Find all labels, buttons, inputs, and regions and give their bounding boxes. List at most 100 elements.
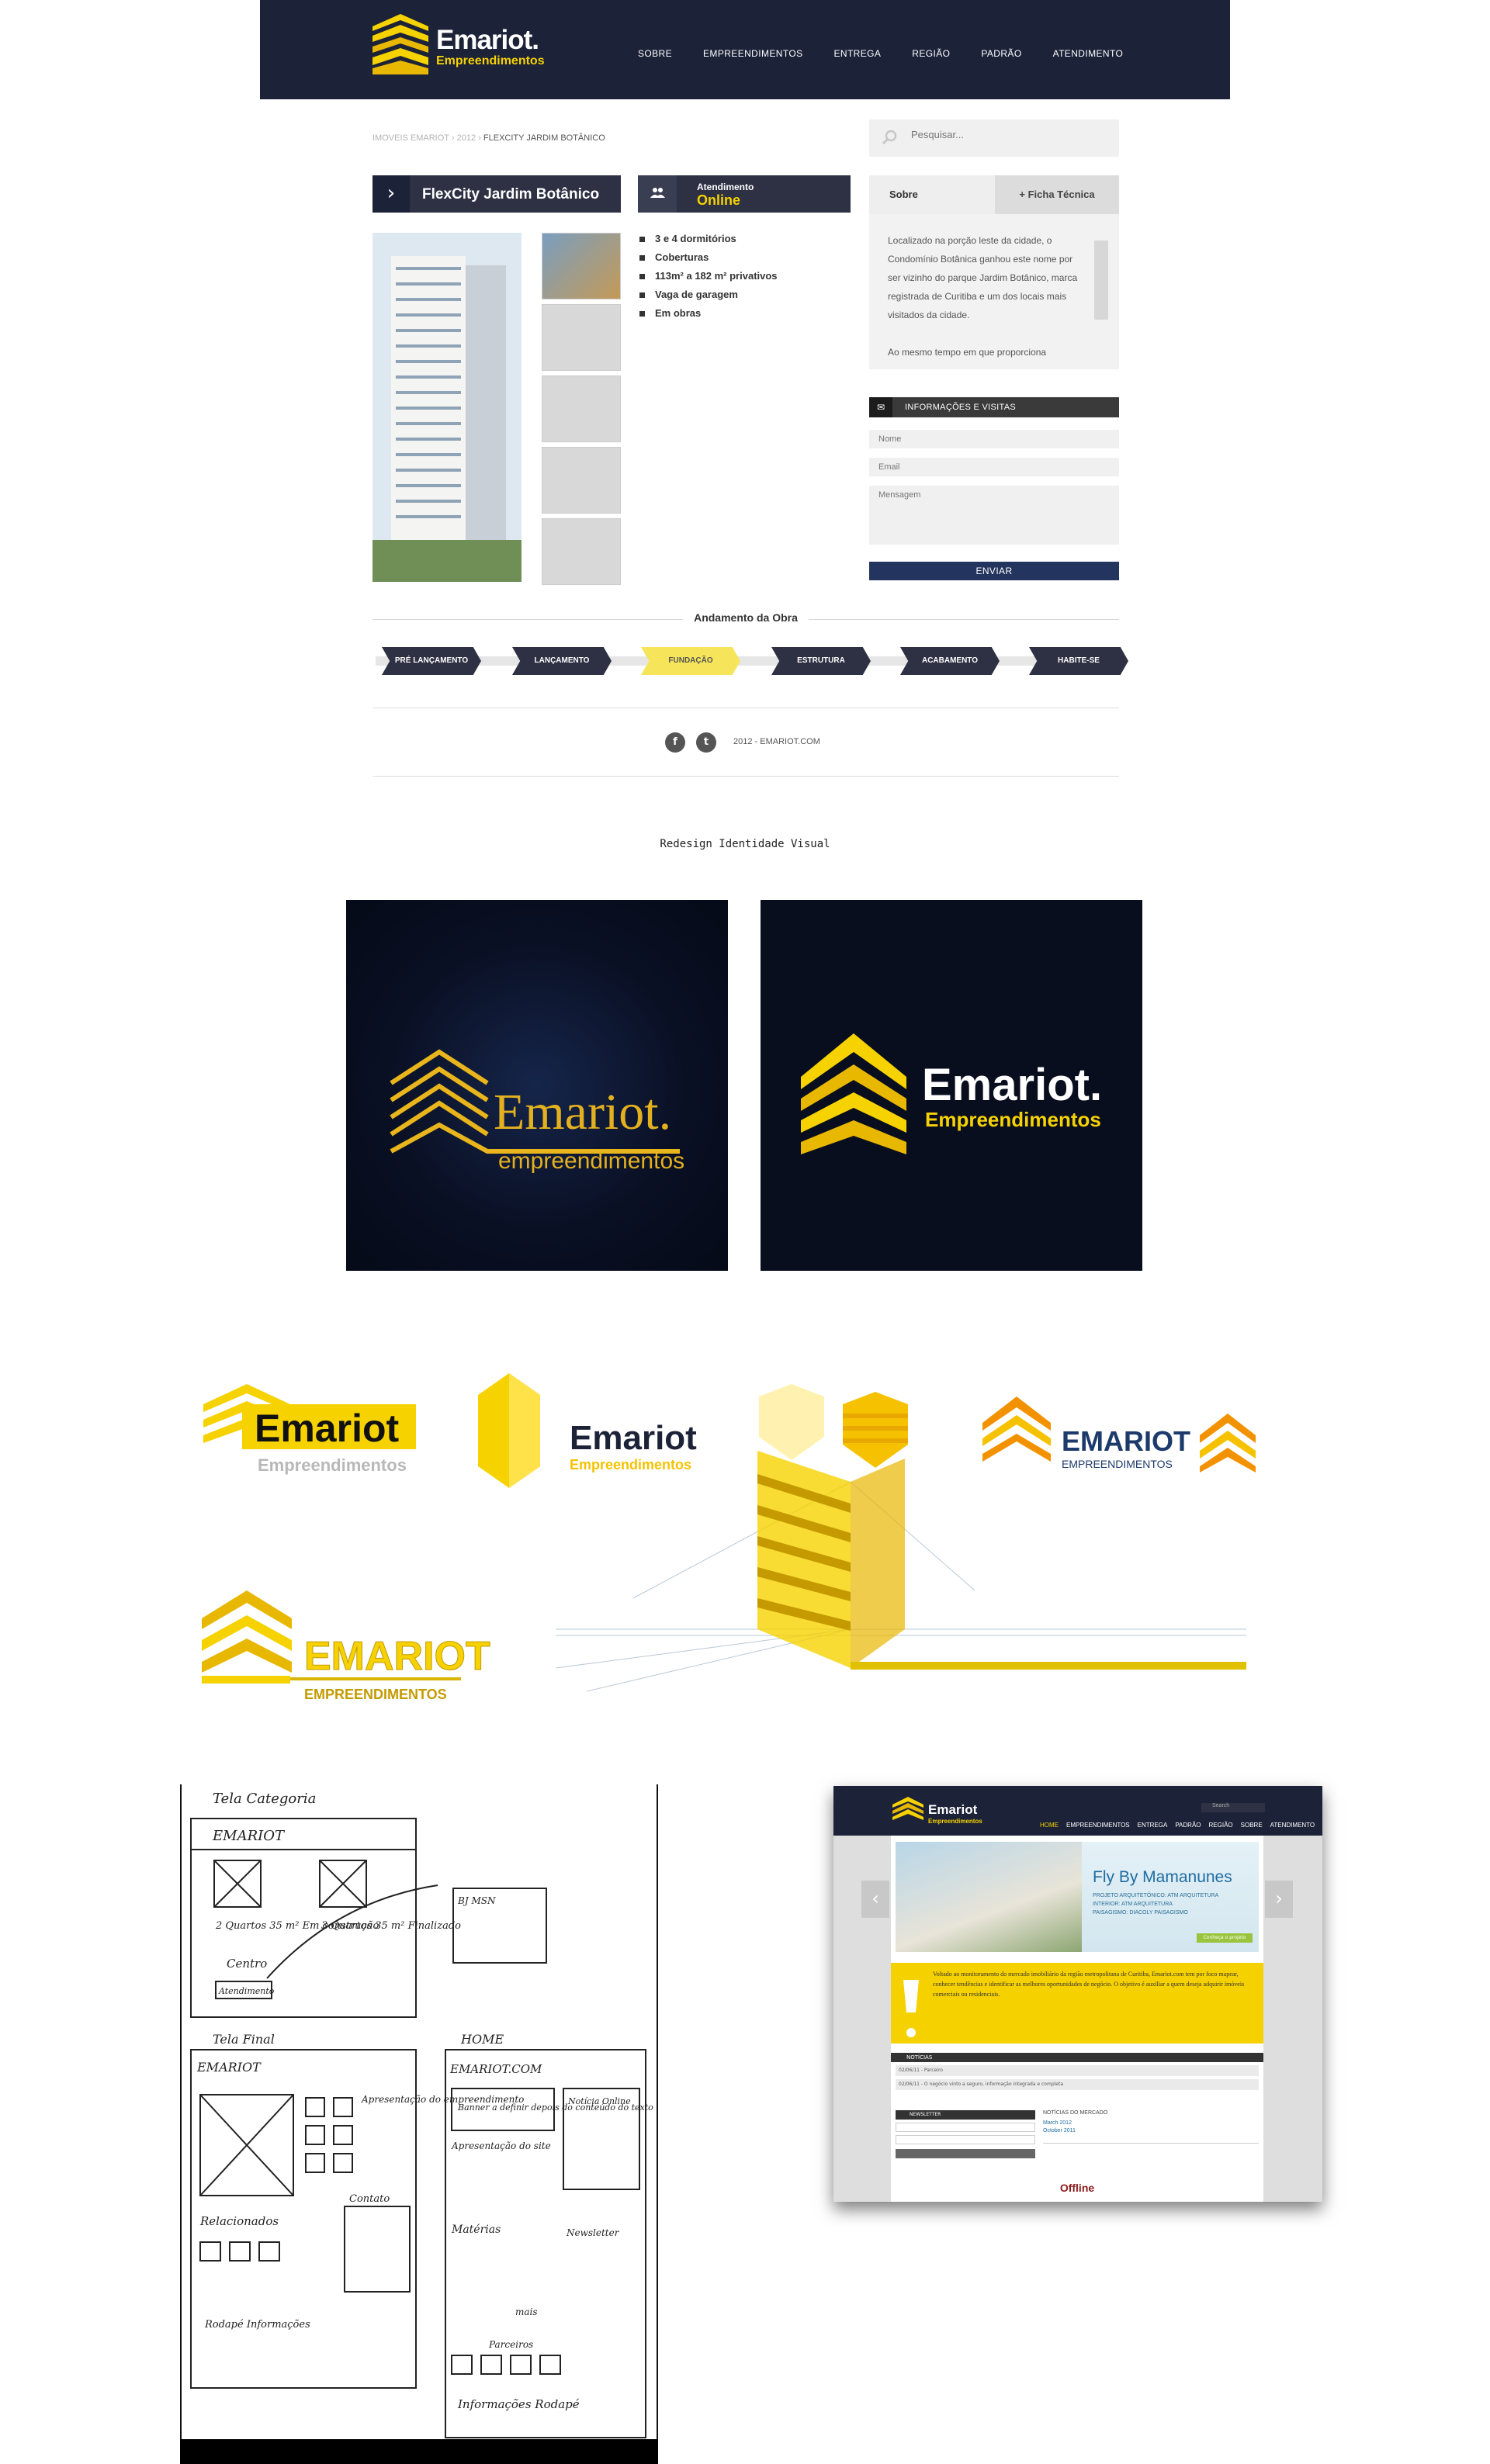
thumbnail[interactable]	[542, 518, 621, 585]
svg-text:Parceiros: Parceiros	[488, 2339, 533, 2350]
search-box[interactable]	[869, 119, 1119, 157]
breadcrumb-item[interactable]: 2012	[457, 133, 476, 143]
name-field[interactable]	[869, 430, 1119, 448]
breadcrumb: IMOVEIS EMARIOT › 2012 › FLEXCITY JARDIM…	[372, 133, 605, 143]
svg-text:EMARIOT: EMARIOT	[196, 2060, 262, 2075]
svg-text:Relacionados: Relacionados	[199, 2214, 279, 2228]
feature-item: Coberturas	[638, 248, 778, 267]
mockup-month-link[interactable]: March 2012	[1043, 2120, 1076, 2127]
mockup-header: Emariot Empreendimentos Search HOME EMPR…	[833, 1786, 1322, 1836]
mockup-nav-item[interactable]: HOME	[1040, 1822, 1059, 1829]
email-field[interactable]	[869, 458, 1119, 476]
mockup-newsletter-name[interactable]	[896, 2123, 1035, 2132]
new-logo-panel: Emariot. Empreendimentos	[761, 900, 1142, 1271]
svg-text:mais: mais	[515, 2307, 538, 2317]
nav-entrega[interactable]: ENTREGA	[833, 48, 881, 59]
svg-text:EMPREENDIMENTOS: EMPREENDIMENTOS	[1062, 1458, 1173, 1470]
mockup-nav-item[interactable]: ATENDIMENTO	[1270, 1822, 1315, 1829]
mockup-body: Fly By Mamanunes PROJETO ARQUITETÔNICO: …	[891, 1836, 1263, 2202]
step-pre-lancamento[interactable]: PRÉ LANÇAMENTO	[382, 647, 481, 675]
step-fundacao[interactable]: FUNDAÇÃO	[641, 647, 740, 675]
mockup-newsletter-email[interactable]	[896, 2135, 1035, 2144]
svg-text:Empreendimentos: Empreendimentos	[928, 1818, 982, 1825]
thumbnail[interactable]	[542, 447, 621, 514]
mockup-next-arrow-icon[interactable]: ›	[1265, 1881, 1293, 1918]
facebook-icon[interactable]: f	[665, 732, 685, 753]
svg-text:Tela Final: Tela Final	[213, 2032, 275, 2047]
mockup-month-link[interactable]: October 2011	[1043, 2127, 1076, 2135]
thumbnail[interactable]	[542, 375, 621, 442]
logo-variant-3: EMARIOT EMPREENDIMENTOS	[982, 1396, 1190, 1470]
breadcrumb-separator: ›	[451, 133, 455, 143]
svg-text:Emariot: Emariot	[928, 1802, 978, 1817]
mockup-offline-status: Offline	[1059, 2182, 1095, 2194]
svg-text:Centro: Centro	[227, 1957, 267, 1971]
svg-text:Apresentação do site: Apresentação do site	[451, 2140, 551, 2151]
svg-text:Tela Categoria: Tela Categoria	[213, 1791, 316, 1807]
logo-variant-1: Emariot Empreendimentos	[203, 1384, 416, 1475]
mockup-news-item[interactable]: 02/06/11 - O negócio vinto a seguro, inf…	[896, 2079, 1259, 2090]
mockup-newsletter-button[interactable]	[896, 2149, 1035, 2158]
mockup-nav-item[interactable]: PADRÃO	[1175, 1822, 1201, 1829]
svg-text:EMARIOT: EMARIOT	[304, 1634, 490, 1679]
mockup-nav-item[interactable]: REGIÃO	[1209, 1822, 1233, 1829]
tab-ficha-tecnica[interactable]: + Ficha Técnica	[995, 175, 1119, 214]
mockup-search[interactable]: Search	[1201, 1803, 1265, 1812]
atendimento-status: Online	[697, 192, 741, 208]
feature-item: Em obras	[638, 304, 778, 323]
svg-text:Notícia Online: Notícia Online	[567, 2096, 631, 2106]
new-logo-subtitle: Empreendimentos	[925, 1108, 1101, 1131]
mockup-notice: Voltado ao monitoramento do mercado imob…	[891, 1963, 1263, 2044]
info-tabs: Sobre + Ficha Técnica	[869, 175, 1119, 214]
step-acabamento[interactable]: ACABAMENTO	[900, 647, 1000, 675]
mockup-nav-item[interactable]: EMPREENDIMENTOS	[1066, 1822, 1130, 1829]
mockup-news-header: NOTÍCIAS	[891, 2053, 1263, 2062]
page-end-divider	[372, 776, 1119, 777]
message-field[interactable]	[869, 486, 1119, 545]
atendimento-label: Atendimento	[697, 182, 754, 192]
nav-atendimento[interactable]: ATENDIMENTO	[1053, 48, 1124, 59]
nav-empreendimentos[interactable]: EMPREENDIMENTOS	[703, 48, 802, 59]
search-icon[interactable]	[882, 130, 897, 145]
svg-text:3 Quartos 35 m² Finalizado: 3 Quartos 35 m² Finalizado	[321, 1920, 461, 1932]
property-title-bar: › FlexCity Jardim Botânico	[372, 175, 621, 213]
atendimento-online-button[interactable]: Atendimento Online	[638, 175, 851, 213]
mockup-banner[interactable]: Fly By Mamanunes PROJETO ARQUITETÔNICO: …	[896, 1842, 1259, 1952]
mockup-banner-title: Fly By Mamanunes	[1093, 1868, 1232, 1886]
search-input[interactable]	[911, 129, 1105, 140]
breadcrumb-item[interactable]: IMOVEIS EMARIOT	[372, 133, 449, 143]
site-logo[interactable]: Emariot. Empreendimentos	[372, 14, 605, 76]
mockup-news-item[interactable]: 02/06/11 - Parceiro	[896, 2065, 1259, 2076]
nav-sobre[interactable]: SOBRE	[638, 48, 672, 59]
old-logo-panel: Emariot. empreendimentos	[346, 900, 728, 1271]
svg-text:EMARIOT: EMARIOT	[212, 1828, 286, 1844]
logo-name: Emariot.	[436, 25, 539, 55]
old-logo-subtitle: empreendimentos	[498, 1148, 684, 1174]
mockup-banner-lines: PROJETO ARQUITETÔNICO: ATM ARQUITETURA IN…	[1093, 1893, 1219, 1915]
step-estrutura[interactable]: ESTRUTURA	[771, 647, 871, 675]
send-button[interactable]: ENVIAR	[869, 562, 1119, 580]
feature-item: 113m² a 182 m² privativos	[638, 267, 778, 286]
svg-text:EMARIOT.COM: EMARIOT.COM	[449, 2062, 542, 2076]
twitter-icon[interactable]: t	[696, 732, 716, 753]
mockup-nav-item[interactable]: ENTREGA	[1138, 1822, 1168, 1829]
mockup-banner-button[interactable]: Conheça o projeto	[1197, 1933, 1253, 1943]
old-logo-name: Emariot.	[494, 1084, 671, 1140]
mockup-nav-item[interactable]: SOBRE	[1241, 1822, 1263, 1829]
thumbnail[interactable]	[542, 233, 621, 299]
mockup-logo[interactable]: Emariot Empreendimentos	[892, 1794, 986, 1829]
property-title: FlexCity Jardim Botânico	[422, 186, 600, 202]
thumbnail[interactable]	[542, 304, 621, 371]
nav-padrao[interactable]: PADRÃO	[981, 48, 1021, 59]
step-lancamento[interactable]: LANÇAMENTO	[512, 647, 612, 675]
sketch-shadow	[180, 2439, 658, 2464]
mockup-market-title: NOTÍCIAS DO MERCADO	[1043, 2110, 1108, 2116]
mockup-prev-arrow-icon[interactable]: ‹	[861, 1881, 889, 1918]
scrollbar[interactable]	[1094, 241, 1108, 320]
section-caption: Redesign Identidade Visual	[660, 838, 830, 850]
tab-content: Localizado na porção leste da cidade, o …	[869, 214, 1119, 369]
step-habite-se[interactable]: HABITE-SE	[1029, 647, 1128, 675]
nav-regiao[interactable]: REGIÃO	[912, 48, 950, 59]
building-photo[interactable]	[372, 233, 522, 582]
tab-sobre[interactable]: Sobre	[869, 175, 995, 214]
